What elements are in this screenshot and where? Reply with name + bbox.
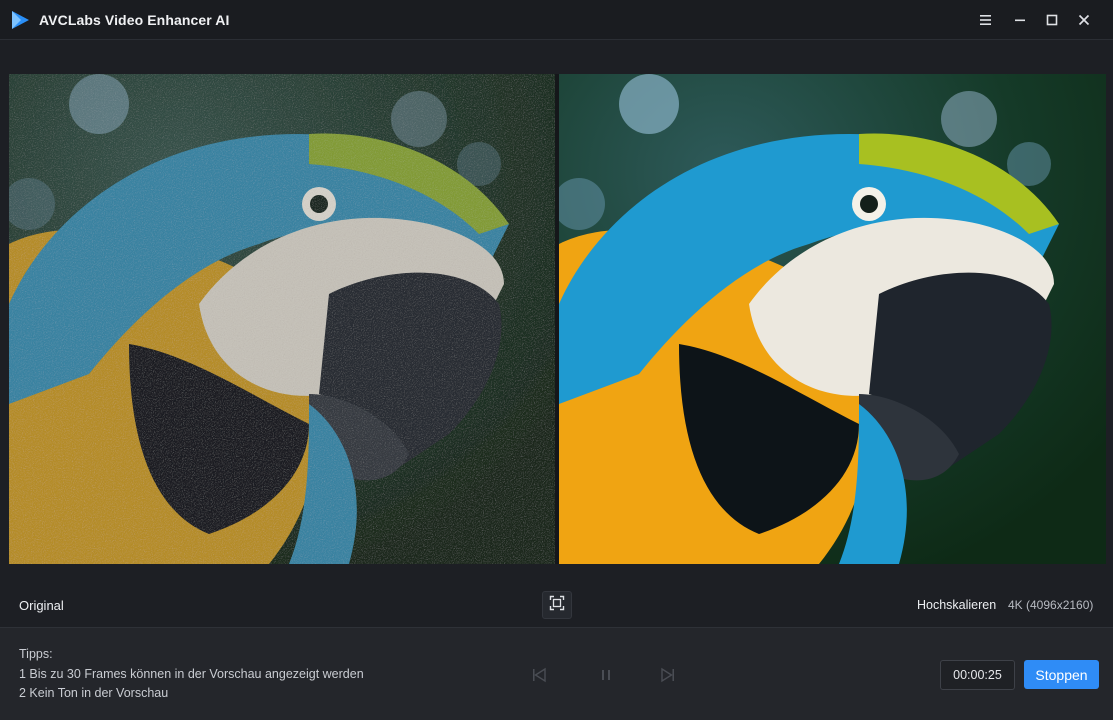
original-preview-image	[9, 74, 555, 564]
original-label: Original	[19, 598, 64, 613]
preview-area	[0, 41, 1113, 586]
play-triangle-logo-icon	[10, 10, 30, 30]
skip-previous-icon[interactable]	[529, 666, 549, 684]
stop-button[interactable]: Stoppen	[1024, 660, 1099, 689]
bottom-panel: Tipps: 1 Bis zu 30 Frames können in der …	[0, 627, 1113, 720]
upscale-label: Hochskalieren	[917, 598, 997, 612]
enhanced-preview-image	[559, 74, 1106, 564]
fit-screen-icon	[549, 595, 565, 616]
app-title: AVCLabs Video Enhancer AI	[39, 12, 230, 28]
preview-info-bar: Original Hochskalieren 4K (4096x2160)	[0, 586, 1113, 626]
tip-item: 2 Kein Ton in der Vorschau	[19, 686, 169, 700]
hamburger-menu-icon[interactable]	[975, 9, 997, 31]
minimize-icon[interactable]	[1009, 9, 1031, 31]
playback-time-display: 00:00:25	[940, 660, 1015, 690]
skip-next-icon[interactable]	[658, 666, 678, 684]
pause-icon[interactable]	[596, 666, 616, 684]
close-icon[interactable]	[1073, 9, 1095, 31]
resolution-value: 4K (4096x2160)	[1008, 598, 1094, 612]
title-bar: AVCLabs Video Enhancer AI	[0, 0, 1113, 40]
fit-screen-button[interactable]	[542, 591, 572, 619]
tips-title: Tipps:	[19, 647, 53, 661]
tip-item: 1 Bis zu 30 Frames können in der Vorscha…	[19, 667, 364, 681]
maximize-icon[interactable]	[1041, 9, 1063, 31]
